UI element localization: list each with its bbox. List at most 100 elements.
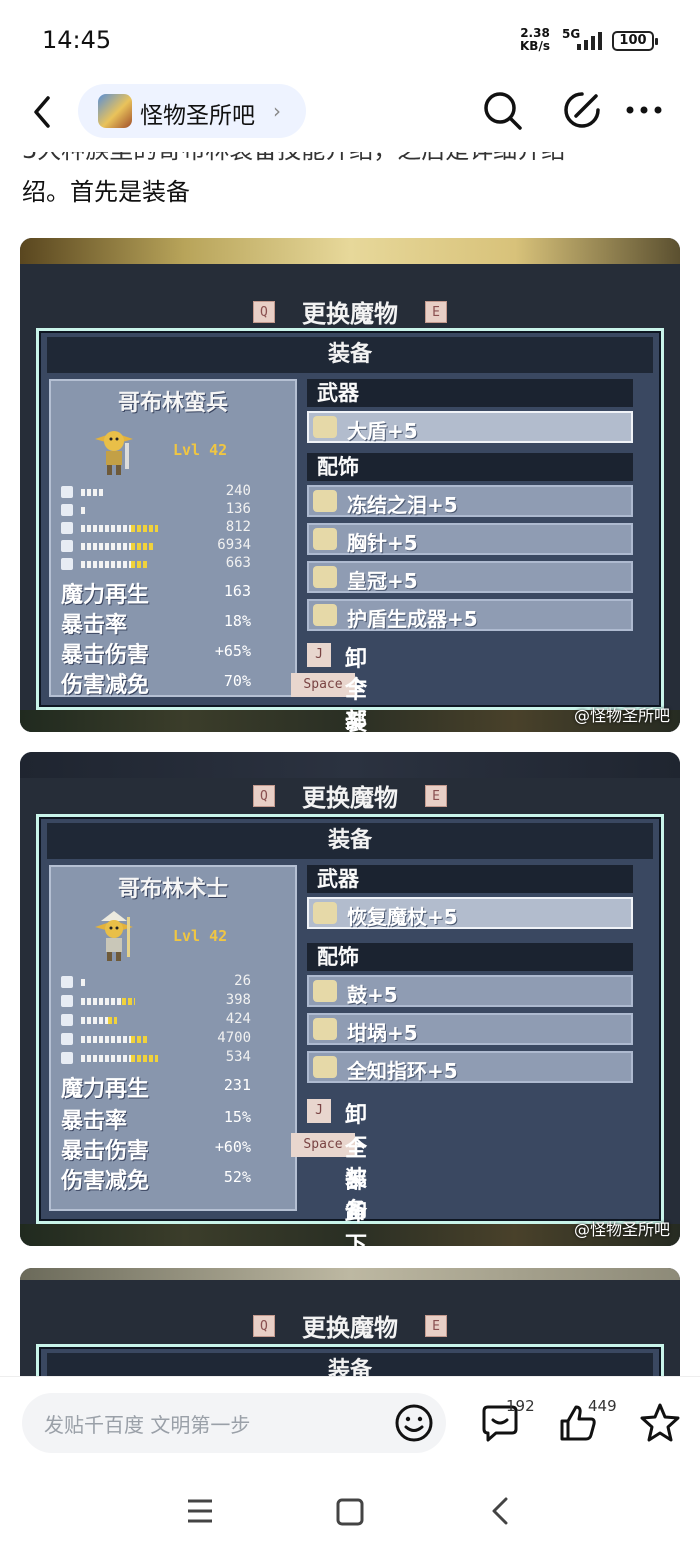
character-name: 哥布林蛮兵: [117, 391, 228, 416]
back-icon[interactable]: [24, 92, 64, 132]
top-nav: 怪物圣所吧 ›: [0, 80, 700, 152]
post-image-2[interactable]: Q 更换魔物 E 装备 哥布林术士 Lvl 42 26 398 424 4700…: [20, 752, 680, 1246]
back-nav-icon[interactable]: [488, 1496, 512, 1526]
key-q: Q: [252, 1314, 275, 1337]
stat-bar-health: [81, 1036, 171, 1043]
weapon-header: 武器: [307, 379, 633, 407]
crucible-item-icon: [313, 1018, 337, 1040]
image-watermark: @怪物圣所吧: [573, 1220, 670, 1239]
accessory-header: 配饰: [307, 943, 633, 971]
stat-row-health: 4700: [61, 1030, 291, 1048]
item-label: 鼓+5: [347, 983, 398, 1007]
bonus-value: 231: [223, 1076, 251, 1094]
tear-item-icon: [313, 490, 337, 512]
stat-row-defense: 812: [61, 519, 291, 537]
bonus-row-damage-reduction: 伤害减免 52%: [61, 1163, 261, 1194]
character-level: Lvl 42: [173, 441, 228, 459]
stat-bar-attack: [81, 489, 171, 496]
sword-icon: [61, 486, 73, 498]
stat-bar-magic: [81, 507, 171, 514]
post-image-3[interactable]: Q 更换魔物 E 装备: [20, 1268, 680, 1376]
post-paragraph-partial: 3大种族里的哥布林装备技能介绍，之后是详细介绍: [22, 152, 682, 170]
stat-value-defense: 424: [225, 1011, 251, 1027]
bonus-label: 暴击伤害: [61, 643, 150, 668]
item-label: 全知指环+5: [347, 1059, 458, 1083]
accessory-slot: 冻结之泪+5: [307, 485, 633, 517]
item-label: 坩埚+5: [347, 1021, 418, 1045]
shield-icon: [61, 522, 73, 534]
weapon-slot: 大盾+5: [307, 411, 633, 443]
bonus-value: 18%: [223, 612, 251, 630]
stat-bar-attack: [81, 979, 171, 986]
brooch-item-icon: [313, 528, 337, 550]
stat-bar-health: [81, 543, 171, 550]
bonus-value: 70%: [223, 672, 251, 690]
bonus-value: +60%: [214, 1138, 251, 1156]
stat-bar-defense: [81, 525, 171, 532]
forum-name: 怪物圣所吧: [140, 103, 255, 129]
stat-row-defense: 424: [61, 1011, 291, 1029]
emoji-icon[interactable]: [394, 1403, 434, 1443]
weapon-slot: 恢复魔杖+5: [307, 897, 633, 929]
equip-header: 装备: [47, 1353, 653, 1376]
stat-value-health: 6934: [217, 537, 251, 553]
potion-icon: [61, 1052, 73, 1064]
stat-value-mana: 534: [225, 1049, 251, 1065]
edit-icon[interactable]: [562, 90, 602, 130]
item-label: 护盾生成器+5: [347, 607, 478, 631]
bonus-label: 伤害减免: [61, 1169, 150, 1194]
bonus-row-crit-damage: 暴击伤害 +65%: [61, 637, 261, 668]
search-icon[interactable]: [482, 90, 524, 132]
bonus-row-mana-regen: 魔力再生 231: [61, 1071, 261, 1102]
accessory-slot: 坩埚+5: [307, 1013, 633, 1045]
stat-row-mana: 663: [61, 555, 291, 573]
bonus-label: 暴击率: [61, 613, 128, 638]
unequip-all-label: 全部卸下: [345, 1137, 368, 1246]
stat-row-magic: 136: [61, 501, 291, 519]
stat-row-health: 6934: [61, 537, 291, 555]
stat-value-mana: 663: [225, 555, 251, 571]
signal-icon: [577, 32, 602, 50]
like-count: 449: [588, 1397, 617, 1415]
crown-item-icon: [313, 566, 337, 588]
key-q: Q: [252, 300, 275, 323]
goblin-mage-sprite: [95, 911, 133, 961]
equip-window: 装备: [36, 1344, 664, 1376]
more-icon[interactable]: [622, 90, 666, 130]
network-speed-unit: KB/s: [520, 39, 550, 53]
status-bar: 14:45 2.38 KB/s 5G 100: [0, 0, 700, 80]
accessory-slot: 胸针+5: [307, 523, 633, 555]
item-label: 冻结之泪+5: [347, 493, 458, 517]
forum-entry-button[interactable]: 怪物圣所吧 ›: [78, 84, 306, 138]
image-watermark: @怪物圣所吧: [573, 706, 670, 725]
bottom-action-bar: 发贴千百度 文明第一步 192 449: [0, 1376, 700, 1466]
stat-bar-magic: [81, 998, 171, 1005]
heart-icon: [61, 540, 73, 552]
bonus-value: 163: [223, 582, 251, 600]
item-label: 大盾+5: [347, 419, 418, 443]
bonus-label: 伤害减免: [61, 673, 150, 698]
bonus-row-crit-damage: 暴击伤害 +60%: [61, 1133, 261, 1164]
home-icon[interactable]: [336, 1498, 364, 1526]
shield-generator-item-icon: [313, 604, 337, 626]
equip-window: 装备 哥布林蛮兵 Lvl 42 240 136 812 6934 663 魔力再…: [36, 328, 664, 732]
bonus-label: 暴击率: [61, 1109, 128, 1134]
stat-value-attack: 26: [234, 973, 251, 989]
game-title-bar: Q 更换魔物 E: [20, 294, 680, 330]
ring-item-icon: [313, 1056, 337, 1078]
menu-icon[interactable]: [186, 1498, 214, 1524]
bonus-row-crit-rate: 暴击率 18%: [61, 607, 261, 638]
comment-input[interactable]: 发贴千百度 文明第一步: [22, 1393, 446, 1453]
star-icon[interactable]: [638, 1401, 682, 1445]
bonus-row-damage-reduction: 伤害减免 70%: [61, 667, 261, 698]
key-j: J: [307, 1099, 331, 1123]
accessory-header: 配饰: [307, 453, 633, 481]
stat-value-magic: 398: [225, 992, 251, 1008]
drum-item-icon: [313, 980, 337, 1002]
equip-window: 装备 哥布林术士 Lvl 42 26 398 424 4700 534 魔力再生…: [36, 814, 664, 1246]
key-e: E: [425, 300, 448, 323]
post-image-1[interactable]: Q 更换魔物 E 装备 哥布林蛮兵 Lvl 42 240 136 812 693…: [20, 238, 680, 732]
key-j: J: [307, 643, 331, 667]
goblin-warrior-sprite: [95, 431, 133, 475]
stat-value-health: 4700: [217, 1030, 251, 1046]
